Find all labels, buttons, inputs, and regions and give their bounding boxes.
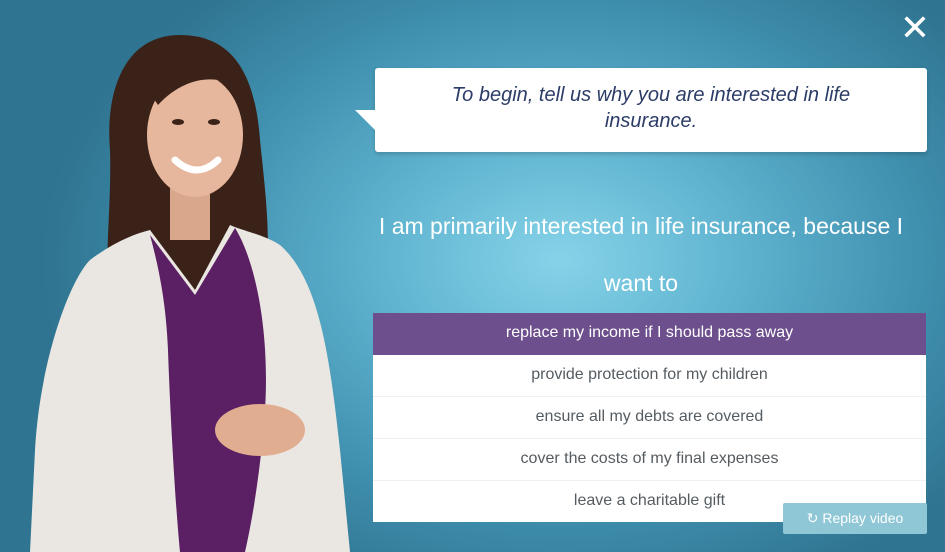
replay-video-button[interactable]: ↻ Replay video [783,503,927,534]
option-cover-debts[interactable]: ensure all my debts are covered [373,397,926,439]
video-stage: ✕ To begin, tell us why you are interest… [0,0,945,552]
replay-icon: ↻ [806,510,819,526]
option-final-expenses[interactable]: cover the costs of my final expenses [373,439,926,481]
speech-bubble: To begin, tell us why you are interested… [375,68,927,152]
replay-label: Replay video [822,510,904,526]
prompt-line-1: I am primarily interested in life insura… [378,213,904,239]
close-icon[interactable]: ✕ [899,10,931,46]
answer-options: replace my income if I should pass away … [373,313,926,522]
prompt-line-2: want to [603,270,679,296]
question-prompt: I am primarily interested in life insura… [375,198,907,312]
presenter-image [30,35,350,552]
option-replace-income[interactable]: replace my income if I should pass away [373,313,926,355]
option-protect-children[interactable]: provide protection for my children [373,355,926,397]
bubble-text: To begin, tell us why you are interested… [451,84,851,132]
